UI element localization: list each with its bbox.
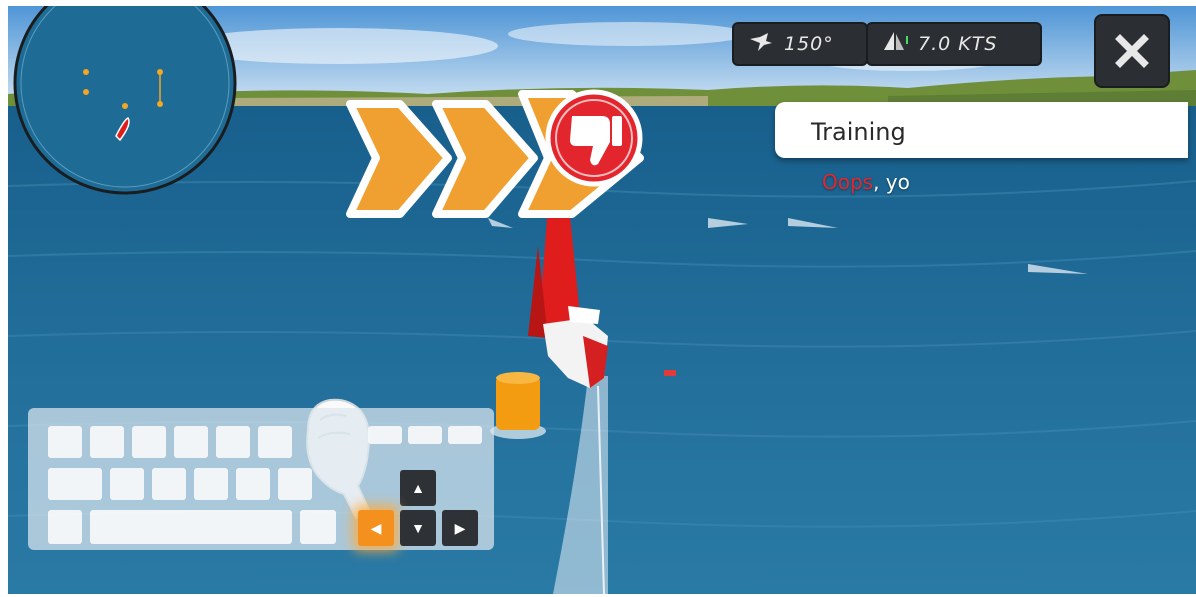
keyboard-key: [448, 426, 482, 444]
keyboard-key: [174, 426, 208, 458]
thumbs-down-icon: [545, 89, 643, 187]
sail-icon: [882, 30, 908, 59]
keyboard-key: [216, 426, 250, 458]
keyboard-key: [110, 468, 144, 500]
wind-vane-icon: [748, 31, 774, 58]
keyboard-key: [90, 426, 124, 458]
boat-speed-value: 7.0 KTS: [918, 33, 998, 55]
keyboard-key: [278, 468, 312, 500]
wind-angle-indicator: 150°: [732, 22, 868, 66]
keyboard-key: [258, 426, 292, 458]
keyboard-key: [194, 468, 228, 500]
right-arrow-icon: ▶: [454, 519, 466, 536]
keyboard-key: [368, 426, 402, 444]
keyboard-spacebar: [90, 510, 292, 544]
keyboard-key: [48, 468, 102, 500]
training-panel: Training: [775, 102, 1188, 158]
training-message: Oops, yo: [822, 170, 910, 194]
keyboard-key: [408, 426, 442, 444]
key-down-arrow: ▼: [400, 510, 436, 546]
minimap: [13, 6, 237, 195]
boat-speed-indicator: 7.0 KTS: [866, 22, 1042, 66]
left-arrow-icon: ◀: [370, 519, 382, 536]
chevron-right-icon: [346, 100, 452, 218]
key-right-arrow: ▶: [442, 510, 478, 546]
key-up-arrow: ▲: [400, 470, 436, 506]
training-message-text: , yo: [873, 170, 910, 194]
keyboard-key: [48, 510, 82, 544]
keyboard-hint: ▲ ◀ ▼ ▶: [28, 408, 494, 550]
feedback-arrows: [346, 89, 644, 218]
training-title: Training: [811, 118, 906, 146]
key-left-arrow: ◀: [358, 510, 394, 546]
keyboard-key: [152, 468, 186, 500]
down-arrow-icon: ▼: [411, 520, 425, 536]
training-message-highlight: Oops: [822, 170, 874, 194]
keyboard-key: [48, 426, 82, 458]
close-icon: [1115, 34, 1149, 68]
mark-buoy: [490, 372, 546, 439]
up-arrow-icon: ▲: [411, 480, 425, 496]
wind-angle-value: 150°: [784, 33, 834, 55]
keyboard-key: [300, 510, 336, 544]
keyboard-key: [132, 426, 166, 458]
minimap-mark: [83, 89, 89, 95]
close-button[interactable]: [1094, 14, 1170, 88]
minimap-mark: [122, 103, 128, 109]
minimap-mark: [83, 69, 89, 75]
keyboard-key: [236, 468, 270, 500]
